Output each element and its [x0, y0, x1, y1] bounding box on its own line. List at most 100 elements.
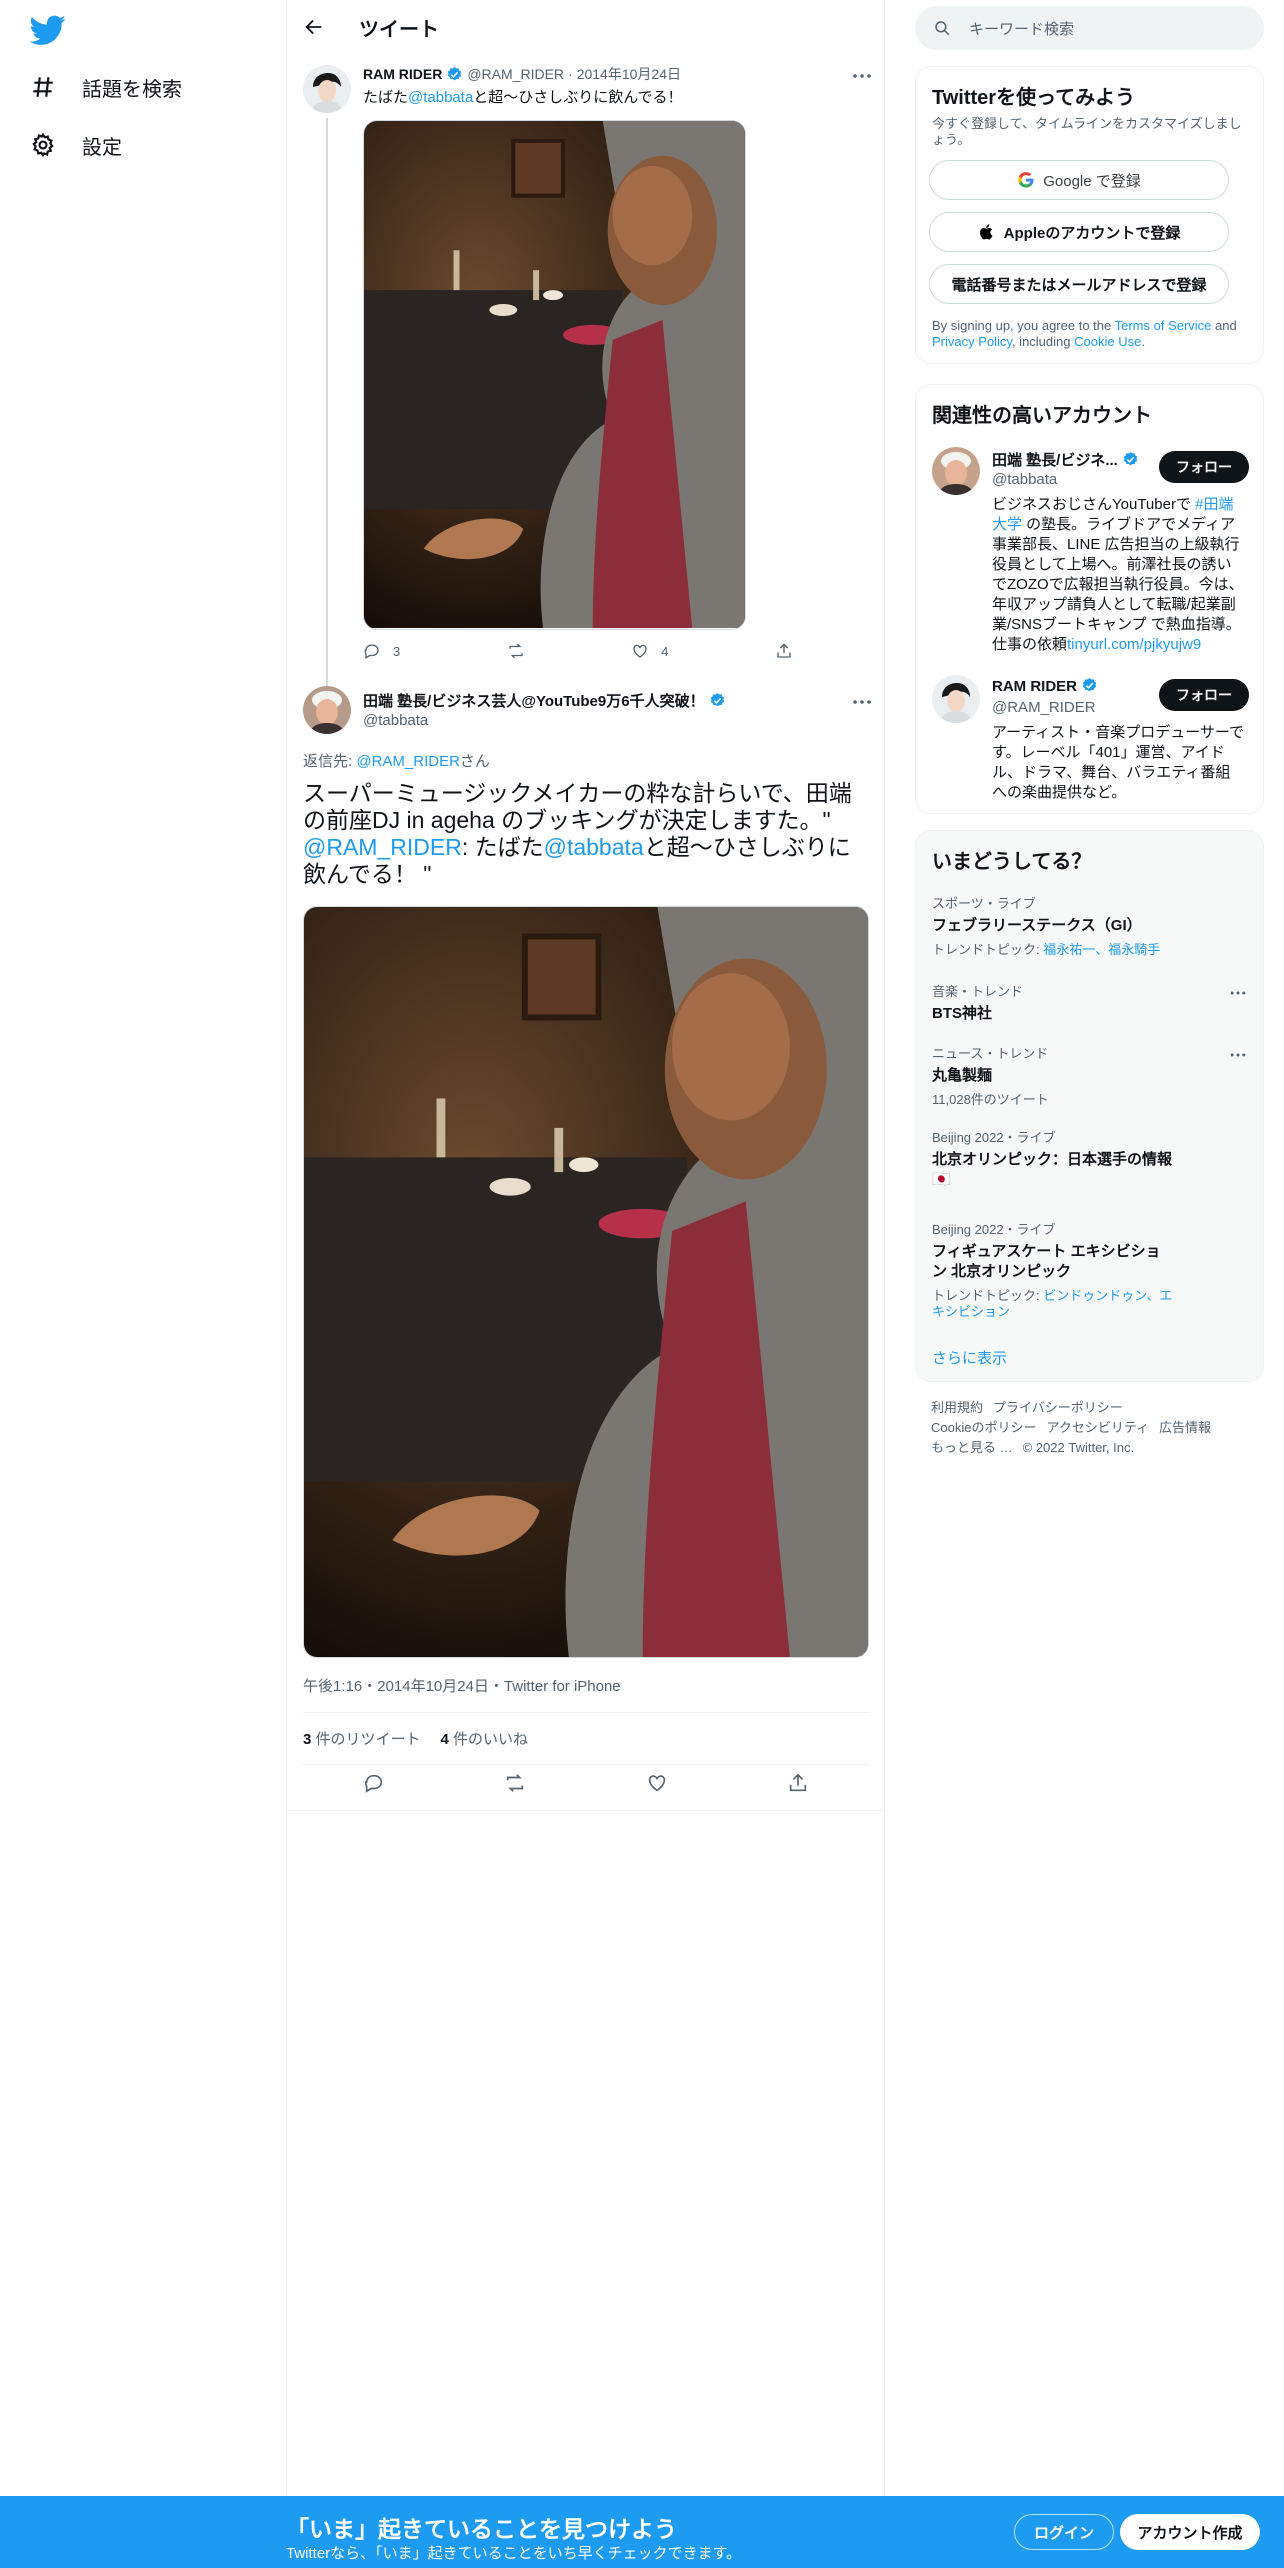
login-button[interactable]: ログイン	[1014, 2514, 1114, 2550]
parent-tweet[interactable]: RAM RIDER @RAM_RIDER · 2014年10月24日 たばた@t…	[287, 60, 884, 730]
divider	[303, 1712, 869, 1713]
signup-terms: By signing up, you agree to the Terms of…	[932, 318, 1237, 349]
footer-privacy-link[interactable]: プライバシーポリシー	[993, 1400, 1123, 1415]
mention-link[interactable]: @tabbata	[408, 89, 473, 106]
back-arrow-icon[interactable]	[303, 16, 325, 38]
more-options-icon[interactable]	[1228, 1045, 1248, 1065]
heart-icon[interactable]	[646, 1772, 668, 1794]
more-options-icon[interactable]	[850, 64, 874, 84]
avatar[interactable]	[303, 65, 351, 113]
nav-explore[interactable]: 話題を検索	[30, 67, 182, 107]
like-stat[interactable]: 4 件のいいね	[441, 1728, 529, 1749]
signup-button[interactable]: アカウント作成	[1120, 2514, 1260, 2550]
trends-card: いまどうしてる？ スポーツ・ライブ フェブラリーステークス（GI） トレンドトピ…	[915, 830, 1264, 1382]
like-count: 4	[661, 643, 669, 659]
parent-tweet-header: RAM RIDER @RAM_RIDER · 2014年10月24日	[363, 64, 681, 84]
retweet-button[interactable]	[507, 642, 525, 660]
related-title: 関連性の高いアカウント	[932, 405, 1152, 427]
trend-item[interactable]: ニュース・トレンド 丸亀製麺 11,028件のツイート	[932, 1043, 1232, 1108]
account-name: 田端 塾長/ビジネ...	[992, 449, 1139, 470]
trends-title: いまどうしてる？	[932, 851, 1092, 873]
main-tweet: 田端 塾長/ビジネス芸人@YouTube9万6千人突破！ @tabbata 返信…	[286, 680, 885, 1811]
copyright: © 2022 Twitter, Inc.	[1022, 1440, 1135, 1455]
heart-icon	[631, 642, 649, 660]
mention-link[interactable]: @RAM_RIDER	[356, 753, 460, 770]
main-tweet-actions	[303, 1772, 869, 1794]
footer-ads-link[interactable]: 広告情報	[1159, 1420, 1211, 1435]
verified-badge-icon	[446, 66, 463, 83]
nav-settings-label: 設定	[82, 136, 122, 159]
tweet-stats: 3 件のリツイート 4 件のいいね	[303, 1728, 528, 1749]
cookie-use-link[interactable]: Cookie Use	[1074, 334, 1141, 349]
like-button[interactable]: 4	[631, 642, 668, 660]
gear-icon	[30, 132, 56, 158]
nav-explore-label: 話題を検索	[82, 78, 182, 101]
phone-email-signup-button[interactable]: 電話番号またはメールアドレスで登録	[929, 264, 1229, 304]
author-handle[interactable]: @tabbata	[363, 712, 428, 729]
footer-accessibility-link[interactable]: アクセシビリティ	[1046, 1420, 1149, 1435]
search-input[interactable]: キーワード検索	[969, 18, 1074, 39]
mention-link[interactable]: @tabbata	[544, 834, 644, 860]
trend-item[interactable]: Beijing 2022・ライブ フィギュアスケート エキシビション 北京オリン…	[932, 1219, 1232, 1320]
signup-title: Twitterを使ってみよう	[932, 87, 1136, 109]
search-box[interactable]: キーワード検索	[915, 6, 1264, 50]
nav-settings[interactable]: 設定	[30, 125, 122, 165]
divider	[286, 1810, 885, 1811]
author-handle[interactable]: @RAM_RIDER	[467, 66, 564, 82]
footer-terms-link[interactable]: 利用規約	[931, 1400, 983, 1415]
related-accounts-card: 関連性の高いアカウント 田端 塾長/ビジネ... @tabbata フォロー ビ…	[915, 384, 1264, 814]
tweet-date[interactable]: 2014年10月24日	[577, 64, 681, 84]
privacy-policy-link[interactable]: Privacy Policy	[932, 334, 1012, 349]
tweet-photo[interactable]	[363, 120, 746, 630]
reply-count: 3	[393, 643, 401, 659]
avatar[interactable]	[932, 447, 980, 495]
trend-topic-link[interactable]: 福永祐一、福永騎手	[1043, 942, 1160, 957]
signup-card: Twitterを使ってみよう 今すぐ登録して、タイムラインをカスタマイズしましょ…	[915, 66, 1264, 364]
more-options-icon[interactable]	[850, 690, 874, 710]
follow-button[interactable]: フォロー	[1159, 451, 1249, 483]
terms-of-service-link[interactable]: Terms of Service	[1115, 318, 1212, 333]
trend-item[interactable]: Beijing 2022・ライブ 北京オリンピック：日本選手の情報 🇯🇵	[932, 1127, 1232, 1190]
apple-signup-button[interactable]: Appleのアカウントで登録	[929, 212, 1229, 252]
reply-button[interactable]: 3	[363, 642, 400, 660]
tweet-timestamp[interactable]: 午後1:16・2014年10月24日・Twitter for iPhone	[303, 1675, 621, 1696]
retweet-stat[interactable]: 3 件のリツイート	[303, 1728, 421, 1749]
page-title: ツイート	[359, 18, 439, 41]
trend-item[interactable]: 音楽・トレンド BTS神社	[932, 981, 1232, 1024]
twitter-logo-icon[interactable]	[30, 12, 66, 48]
account-bio: ビジネスおじさんYouTuberで #田端大学 の塾長。ライブドアでメディア事業…	[992, 496, 1244, 653]
mention-link[interactable]: @RAM_RIDER	[303, 834, 462, 860]
avatar[interactable]	[932, 675, 980, 723]
avatar[interactable]	[303, 686, 351, 734]
account-item[interactable]: RAM RIDER @RAM_RIDER フォロー アーティスト・音楽プロデュー…	[916, 675, 1265, 805]
tweet-photo[interactable]	[303, 906, 869, 1658]
retweet-icon[interactable]	[504, 1772, 526, 1794]
tweet-text: たばた@tabbataと超〜ひさしぶりに飲んでる！	[363, 89, 683, 106]
bottom-bar-subtitle: Twitterなら、「いま」起きていることをいち早くチェックできます。	[286, 2545, 742, 2562]
author-name[interactable]: RAM RIDER	[363, 66, 442, 82]
account-bio: アーティスト・音楽プロデューサーです。レーベル「401」運営、アイドル、ドラマ、…	[992, 724, 1245, 801]
more-options-icon[interactable]	[1228, 983, 1248, 1003]
footer-cookie-link[interactable]: Cookieのポリシー	[931, 1420, 1036, 1435]
left-sidebar: 話題を検索 設定	[0, 0, 286, 2496]
google-signup-button[interactable]: Google で登録	[929, 160, 1229, 200]
follow-button[interactable]: フォロー	[1159, 679, 1249, 711]
trend-item[interactable]: スポーツ・ライブ フェブラリーステークス（GI） トレンドトピック: 福永祐一、…	[932, 893, 1232, 958]
show-more-link[interactable]: さらに表示	[932, 1347, 1007, 1368]
account-item[interactable]: 田端 塾長/ビジネ... @tabbata フォロー ビジネスおじさんYouTu…	[916, 447, 1265, 657]
main-column: ツイート RAM RIDER @RAM_RIDER · 2014年10月24日 …	[286, 0, 885, 2496]
reply-icon[interactable]	[363, 1772, 385, 1794]
account-name: RAM RIDER	[992, 677, 1098, 695]
footer-more-link[interactable]: もっと見る …	[931, 1440, 1013, 1455]
google-icon	[1017, 171, 1035, 189]
search-icon	[933, 19, 951, 37]
main-tweet-header: 田端 塾長/ビジネス芸人@YouTube9万6千人突破！ @tabbata	[287, 680, 884, 734]
thread-line	[326, 118, 328, 730]
bio-url-link[interactable]: tinyurl.com/pjkyujw9	[1067, 636, 1201, 653]
author-name[interactable]: 田端 塾長/ビジネス芸人@YouTube9万6千人突破！	[363, 690, 726, 711]
share-icon[interactable]	[787, 1772, 809, 1794]
verified-badge-icon	[709, 692, 726, 709]
share-button[interactable]	[775, 642, 793, 660]
account-handle: @RAM_RIDER	[992, 699, 1096, 716]
retweet-icon	[507, 642, 525, 660]
